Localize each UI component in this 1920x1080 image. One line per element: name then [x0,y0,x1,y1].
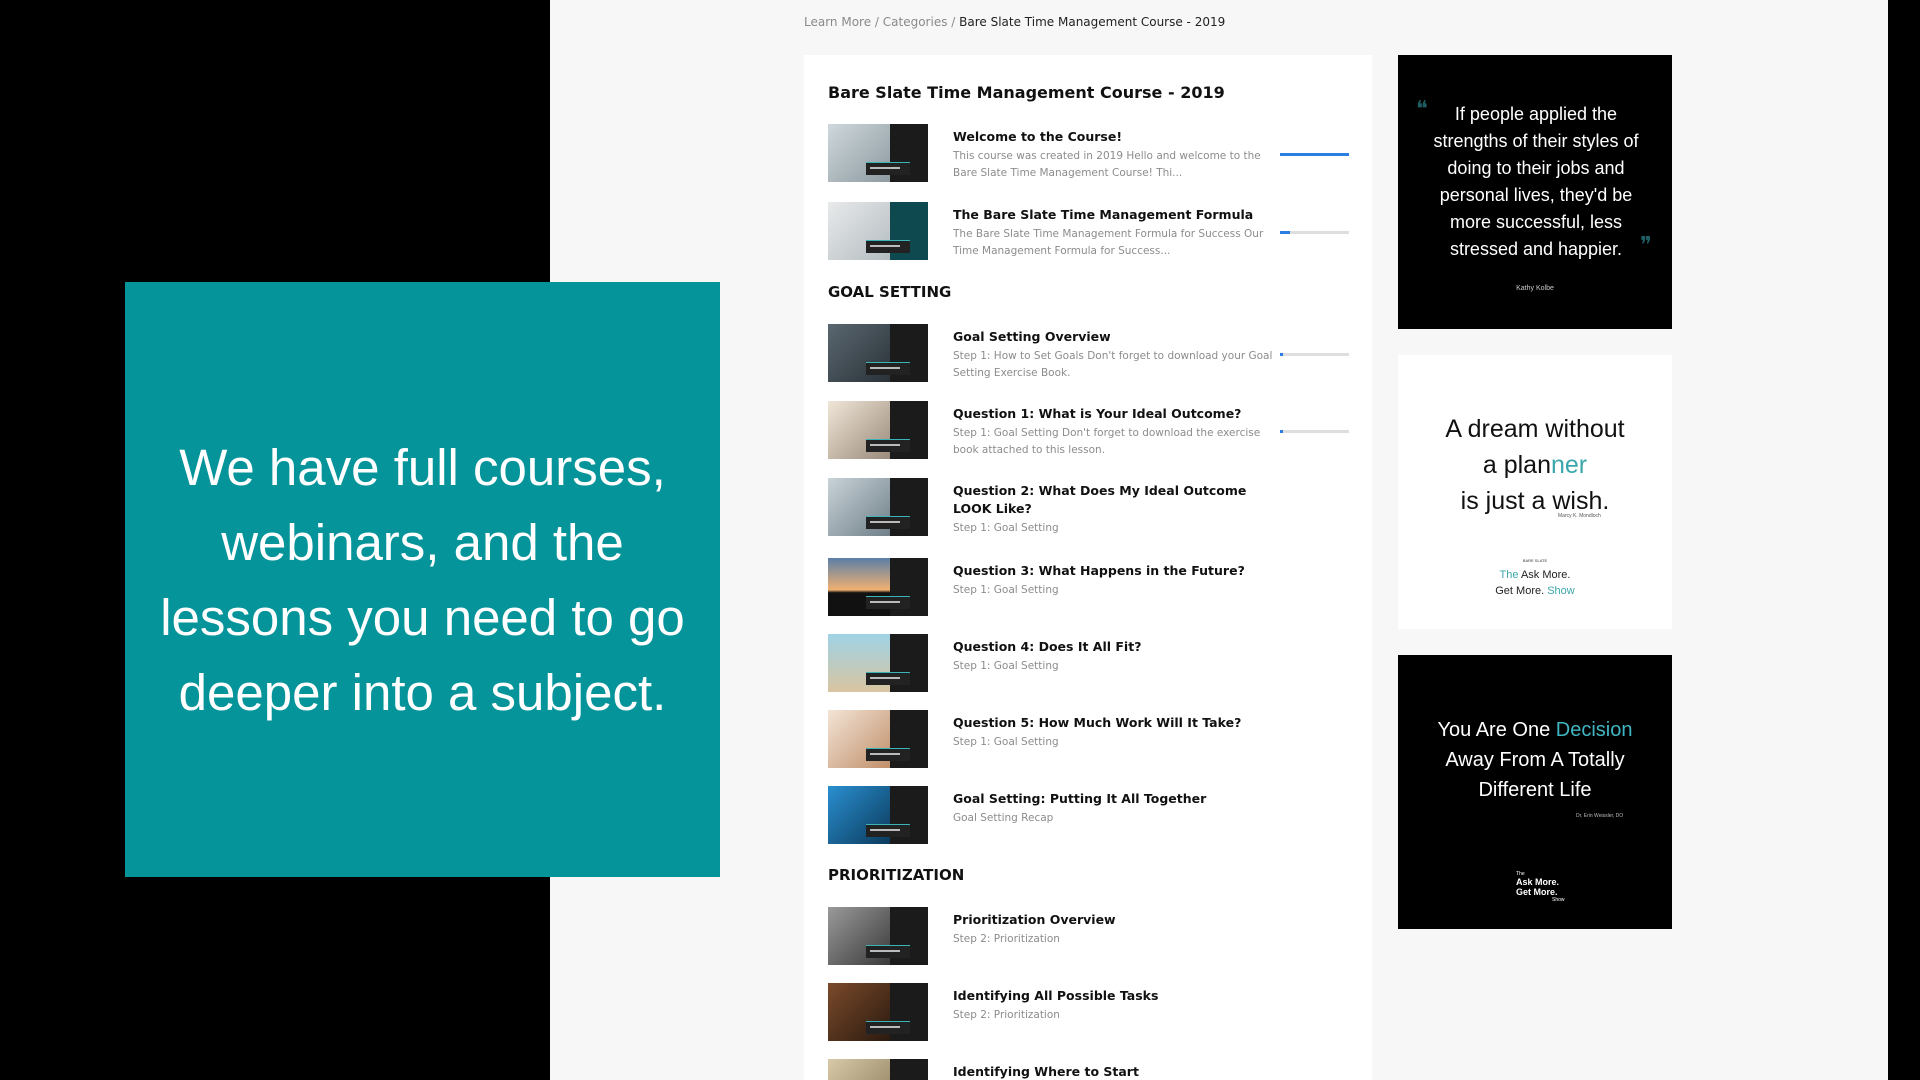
lesson-title[interactable]: The Bare Slate Time Management Formula [953,206,1273,224]
lesson-title[interactable]: Question 3: What Happens in the Future? [953,562,1273,580]
breadcrumb-current: Bare Slate Time Management Course - 2019 [959,15,1226,29]
lesson-title[interactable]: Goal Setting: Putting It All Together [953,790,1273,808]
lesson-title[interactable]: Identifying All Possible Tasks [953,987,1273,1005]
quote-line: A dream without [1445,415,1625,443]
section-heading-prioritization: PRIORITIZATION [828,866,965,884]
quote-author: Marcy K. Mondloch [1558,513,1601,519]
lesson-description: Step 1: Goal Setting [953,736,1059,748]
quote-highlight: Decision [1555,719,1633,741]
course-page: Learn More / Categories / Bare Slate Tim… [550,0,1888,1080]
quote-line: is just a wish. [1460,487,1610,515]
lesson-thumbnail [828,558,928,616]
quote-card-planner: A dream without a planner is just a wish… [1398,355,1672,629]
lesson-item[interactable]: Question 4: Does It All Fit? Step 1: Goa… [828,634,1348,694]
close-quote-icon: ❞ [1640,233,1652,258]
course-title: Bare Slate Time Management Course - 2019 [828,83,1225,102]
lesson-item[interactable]: Goal Setting Overview Step 1: How to Set… [828,324,1349,384]
brand-part: Show [1547,585,1575,597]
brand-part: Ask More. [1518,569,1571,581]
brand-part: Ask More. [1516,877,1560,887]
lesson-progress-bar [1280,153,1349,156]
lesson-description: Goal Setting Recap [953,812,1054,824]
breadcrumb-learn-more[interactable]: Learn More [804,15,871,29]
lesson-thumbnail [828,324,928,382]
lesson-item[interactable]: Question 5: How Much Work Will It Take? … [828,710,1348,770]
right-black-panel [1888,0,1920,1080]
quote-line-part: a plan [1482,451,1551,479]
quote-text: You Are One Decision Away From A Totally… [1398,715,1672,805]
breadcrumb-categories[interactable]: Categories [883,15,948,29]
lesson-item[interactable]: Goal Setting: Putting It All Together Go… [828,786,1348,846]
breadcrumb-separator: / [871,15,883,29]
lesson-description: The Bare Slate Time Management Formula f… [953,228,1264,257]
brand-small-text: BARE SLATE [1522,558,1548,563]
brand-logo: The Ask More. Get More. Show [1398,567,1672,599]
lesson-progress-bar [1280,231,1349,234]
section-heading-goal-setting: GOAL SETTING [828,283,952,301]
brand-logo: The Ask More. Get More. Show [1516,871,1576,903]
quote-highlight: ner [1550,451,1588,479]
lesson-description: Step 2: Prioritization [953,1009,1060,1021]
breadcrumb: Learn More / Categories / Bare Slate Tim… [804,15,1225,29]
quote-text: If people applied the strengths of their… [1433,104,1639,259]
lesson-item[interactable]: Welcome to the Course! This course was c… [828,124,1349,184]
quote-line-part: You Are One [1437,719,1556,741]
lesson-thumbnail [828,202,928,260]
lesson-thumbnail [828,710,928,768]
lesson-title[interactable]: Goal Setting Overview [953,328,1273,346]
lesson-item[interactable]: The Bare Slate Time Management Formula T… [828,202,1349,262]
lesson-thumbnail [828,124,928,182]
lesson-title[interactable]: Prioritization Overview [953,911,1273,929]
quote-card-kolbe: ❝ If people applied the strengths of the… [1398,55,1672,329]
quote-text: A dream without a planner is just a wish… [1398,411,1672,519]
lesson-item[interactable]: Question 2: What Does My Ideal Outcome L… [828,478,1348,538]
course-card: Bare Slate Time Management Course - 2019… [804,55,1372,1080]
quote-card-decision: You Are One Decision Away From A Totally… [1398,655,1672,929]
lesson-title[interactable]: Welcome to the Course! [953,128,1273,146]
lesson-thumbnail [828,983,928,1041]
lesson-description: Step 1: Goal Setting [953,584,1059,596]
lesson-progress-fill [1280,153,1349,156]
lesson-description: This course was created in 2019 Hello an… [953,150,1261,179]
lesson-thumbnail [828,478,928,536]
lesson-thumbnail [828,907,928,965]
lesson-description: Step 1: Goal Setting Don't forget to dow… [953,427,1261,456]
lesson-progress-fill [1280,430,1283,433]
lesson-progress-fill [1280,353,1283,356]
lesson-progress-bar [1280,353,1349,356]
lesson-item[interactable]: Prioritization Overview Step 2: Prioriti… [828,907,1348,967]
lesson-description: Step 2: Prioritization [953,933,1060,945]
lesson-item[interactable]: Identifying All Possible Tasks Step 2: P… [828,983,1348,1043]
brand-part: The [1499,569,1519,581]
lesson-title[interactable]: Question 1: What is Your Ideal Outcome? [953,405,1273,423]
lesson-thumbnail [828,634,928,692]
quote-line: Away From A Totally [1445,749,1625,771]
lesson-description: Step 1: How to Set Goals Don't forget to… [953,350,1273,379]
quote-author: Kathy Kolbe [1516,285,1554,292]
lesson-thumbnail [828,786,928,844]
lesson-title[interactable]: Identifying Where to Start [953,1063,1273,1080]
lesson-title[interactable]: Question 5: How Much Work Will It Take? [953,714,1273,732]
lesson-item[interactable]: Question 1: What is Your Ideal Outcome? … [828,401,1349,461]
lesson-progress-fill [1280,231,1291,234]
brand-part: Get More. [1495,585,1548,597]
lesson-thumbnail [828,401,928,459]
lesson-item[interactable]: Question 3: What Happens in the Future? … [828,558,1348,618]
lesson-item[interactable]: Identifying Where to Start [828,1059,1348,1080]
quote-author: Dr. Erin Weissler, DO [1576,813,1624,819]
breadcrumb-separator: / [947,15,960,29]
lesson-description: Step 1: Goal Setting [953,522,1059,534]
quote-line: Different Life [1478,779,1592,801]
promo-banner: We have full courses, webinars, and the … [125,282,720,877]
promo-text: We have full courses, webinars, and the … [160,438,685,721]
lesson-thumbnail [828,1059,928,1080]
lesson-title[interactable]: Question 4: Does It All Fit? [953,638,1273,656]
lesson-description: Step 1: Goal Setting [953,660,1059,672]
quote-line: You Are One Decision [1398,715,1672,745]
quote-line: a planner [1398,447,1672,483]
brand-part: Get More. [1516,887,1558,897]
brand-part: Show [1552,897,1565,903]
lesson-title[interactable]: Question 2: What Does My Ideal Outcome L… [953,482,1273,518]
lesson-progress-bar [1280,430,1349,433]
